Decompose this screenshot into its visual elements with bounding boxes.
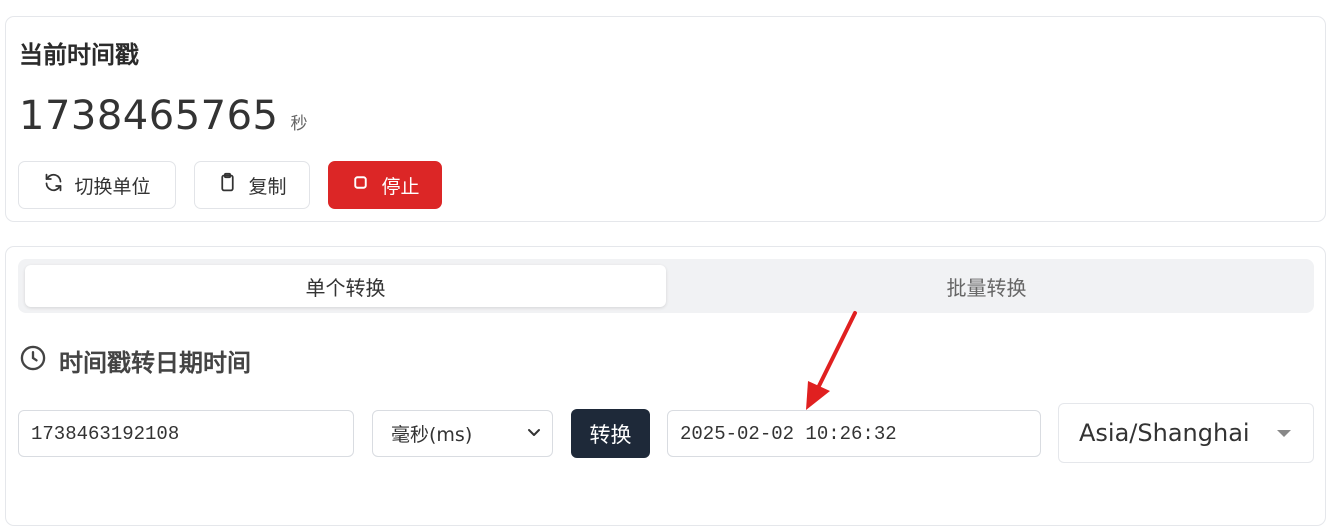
current-timestamp-card: 当前时间戳 1738465765 秒 切换单位 复制 停止 (5, 16, 1326, 222)
tab-batch-convert[interactable]: 批量转换 (666, 265, 1307, 307)
tab-bar: 单个转换 批量转换 (18, 259, 1314, 313)
clock-icon (19, 344, 47, 378)
stop-label: 停止 (381, 175, 420, 198)
copy-button[interactable]: 复制 (194, 161, 310, 209)
refresh-icon (43, 172, 64, 198)
section-title: 当前时间戳 (19, 41, 139, 69)
timestamp-input[interactable]: 1738463192108 (18, 410, 354, 457)
switch-unit-button[interactable]: 切换单位 (18, 161, 176, 209)
datetime-output[interactable]: 2025-02-02 10:26:32 (667, 410, 1041, 457)
chevron-down-icon (526, 423, 542, 445)
switch-unit-label: 切换单位 (74, 175, 151, 198)
copy-label: 复制 (248, 175, 287, 198)
converter-title: 时间戳转日期时间 (19, 343, 251, 378)
timestamp-display: 1738465765 秒 (19, 93, 308, 139)
timezone-select[interactable]: Asia/Shanghai (1058, 403, 1314, 463)
convert-button[interactable]: 转换 (571, 409, 650, 458)
unit-select[interactable]: 毫秒(ms) (372, 410, 553, 457)
square-icon (350, 172, 371, 198)
converter-title-text: 时间戳转日期时间 (59, 349, 251, 377)
tab-single-convert[interactable]: 单个转换 (25, 265, 666, 307)
clipboard-icon (217, 172, 238, 198)
unit-select-value: 毫秒(ms) (391, 424, 473, 446)
stop-button[interactable]: 停止 (328, 161, 442, 209)
timestamp-value: 1738465765 (19, 93, 279, 139)
caret-down-icon (1277, 429, 1291, 437)
timezone-value: Asia/Shanghai (1079, 419, 1250, 447)
converter-card: 单个转换 批量转换 时间戳转日期时间 1738463192108 毫秒(ms) … (5, 246, 1326, 526)
timestamp-unit: 秒 (290, 114, 308, 134)
